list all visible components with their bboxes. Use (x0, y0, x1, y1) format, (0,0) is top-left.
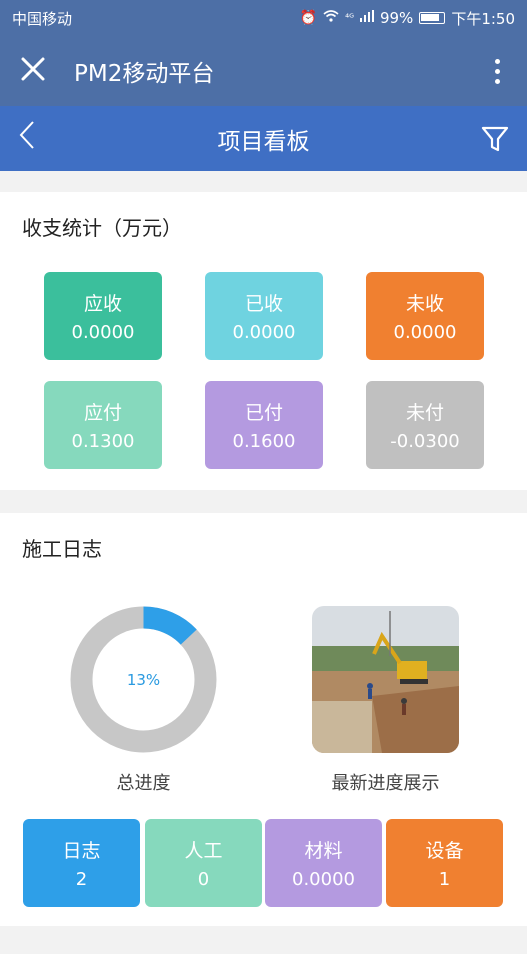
stat-label: 人工 (184, 840, 223, 862)
stat-value: 2 (75, 869, 88, 890)
tile-label: 未收 (405, 293, 444, 315)
page-title: 项目看板 (217, 128, 310, 155)
photo-caption: 最新进度展示 (331, 773, 440, 794)
signal-icon (359, 10, 374, 26)
tile-label: 已收 (244, 293, 283, 315)
tile-value: 0.0000 (232, 322, 296, 343)
stat-label: 日志 (62, 840, 101, 862)
status-bar: 中国移动 ⏰ ⁴ᴳ 99% 下午1:50 (0, 0, 527, 36)
stat-log[interactable]: 日志 2 (23, 819, 140, 907)
app-bar: PM2移动平台 (0, 36, 527, 106)
tile-value: 0.1300 (71, 431, 135, 452)
log-section-title: 施工日志 (22, 537, 102, 561)
alarm-icon: ⏰ (299, 10, 318, 26)
latest-progress-photo[interactable] (312, 606, 459, 753)
clock: 下午1:50 (451, 9, 515, 28)
carrier-name: 中国移动 (12, 9, 73, 28)
tile-label: 应付 (83, 402, 122, 424)
tile-unpaid[interactable]: 未付 -0.0300 (366, 381, 484, 469)
stat-value: 0 (197, 869, 210, 890)
tile-paid[interactable]: 已付 0.1600 (205, 381, 323, 469)
tile-unreceived[interactable]: 未收 0.0000 (366, 272, 484, 360)
more-menu-icon[interactable] (487, 58, 507, 84)
stat-value: 0.0000 (292, 869, 355, 890)
nav-bar: 项目看板 (0, 106, 527, 171)
tile-value: 0.0000 (393, 322, 457, 343)
stat-label: 设备 (425, 840, 464, 862)
tile-label: 应收 (83, 293, 122, 315)
status-icons: ⏰ ⁴ᴳ 99% 下午1:50 (300, 8, 515, 29)
app-title: PM2移动平台 (74, 61, 215, 87)
construction-log-card: 施工日志 13% 总进度 最新进度展示 日志 2 人工 0 材料 0.0000 … (0, 513, 527, 926)
progress-donut[interactable]: 13% (70, 606, 217, 753)
tile-label: 已付 (244, 402, 283, 424)
filter-icon[interactable] (469, 125, 509, 153)
stat-equipment[interactable]: 设备 1 (386, 819, 503, 907)
progress-caption: 总进度 (116, 773, 171, 794)
stat-labor[interactable]: 人工 0 (145, 819, 262, 907)
battery-percent: 99% (379, 9, 414, 27)
tile-label: 未付 (405, 402, 444, 424)
tile-value: 0.1600 (232, 431, 296, 452)
tile-received[interactable]: 已收 0.0000 (205, 272, 323, 360)
close-icon[interactable] (20, 55, 60, 87)
tile-receivable[interactable]: 应收 0.0000 (44, 272, 162, 360)
tile-value: -0.0300 (390, 431, 460, 452)
stat-material[interactable]: 材料 0.0000 (265, 819, 382, 907)
back-icon[interactable] (18, 120, 58, 158)
progress-percent: 13% (126, 670, 161, 689)
wifi-icon (323, 10, 339, 26)
battery-icon (419, 12, 446, 24)
tile-payable[interactable]: 应付 0.1300 (44, 381, 162, 469)
income-section-title: 收支统计（万元） (22, 216, 182, 240)
stat-value: 1 (438, 869, 451, 890)
income-expense-card: 收支统计（万元） 应收 0.0000 已收 0.0000 未收 0.0000 应… (0, 192, 527, 490)
tile-value: 0.0000 (71, 322, 135, 343)
stat-label: 材料 (304, 840, 343, 862)
network-type-icon: ⁴ᴳ (345, 12, 354, 24)
